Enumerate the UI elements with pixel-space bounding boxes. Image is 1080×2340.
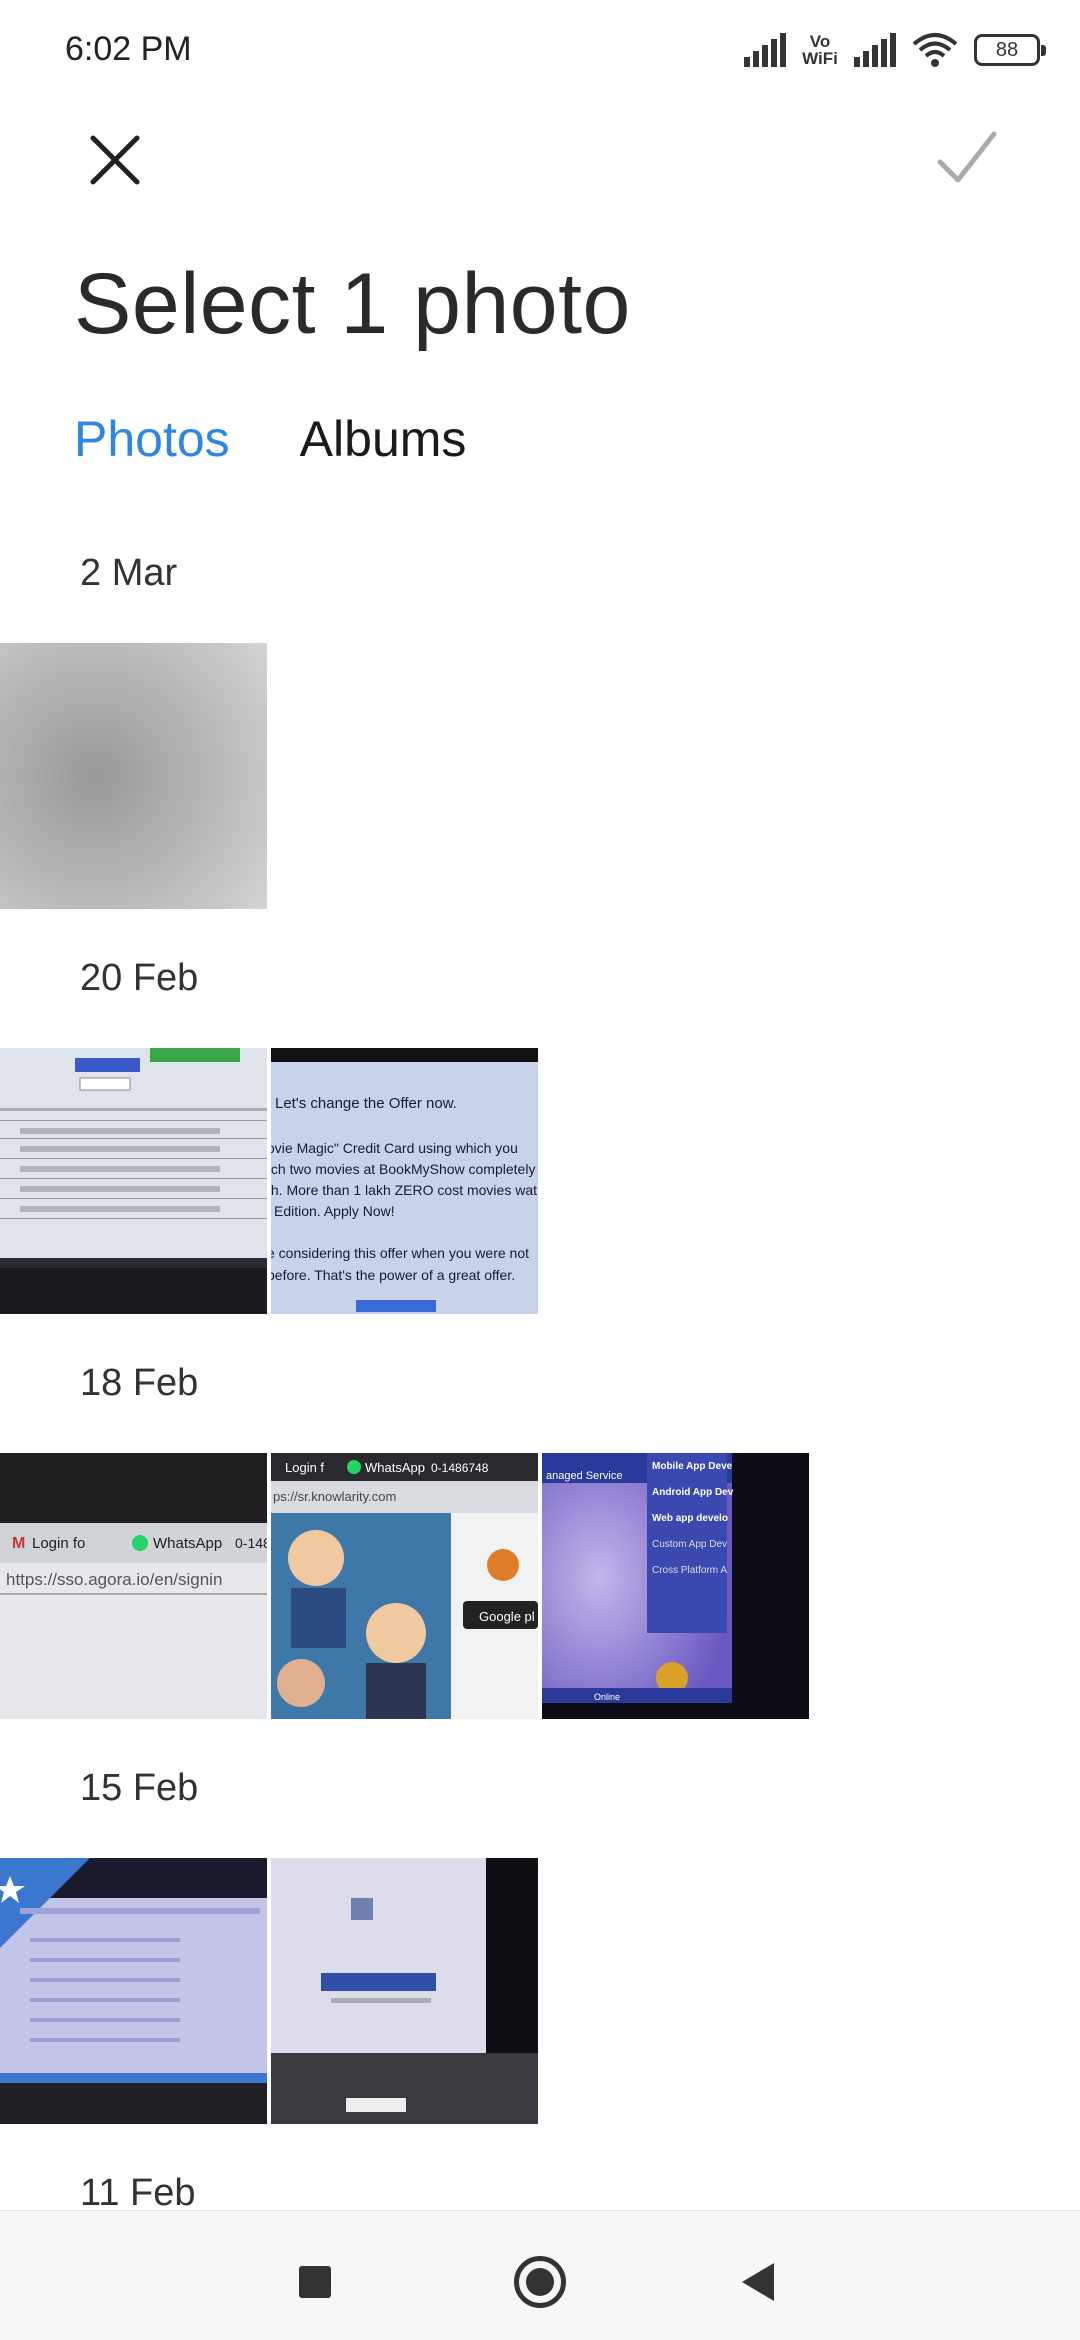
back-triangle-icon[interactable]: [742, 2263, 774, 2301]
tab-photos[interactable]: Photos: [74, 410, 230, 468]
photo-text: WhatsApp: [365, 1460, 425, 1475]
photo-text: Cross Platform A: [652, 1565, 727, 1576]
photo-grid: 2 Mar 20 Feb Let's change the Offer now.…: [0, 520, 1080, 2210]
circle-icon[interactable]: [514, 2256, 566, 2308]
close-icon[interactable]: [85, 130, 145, 190]
photo-text: ovie Magic" Credit Card using which you: [271, 1140, 518, 1156]
battery-level: 88: [995, 38, 1019, 61]
photo-thumbnail[interactable]: Login f WhatsApp 0-1486748 ps://sr.knowl…: [271, 1453, 538, 1719]
status-time: 6:02 PM: [65, 30, 192, 68]
vowifi-icon: Vo WiFi: [802, 32, 838, 68]
photo-text: 0-1486: [235, 1535, 267, 1551]
status-bar: 6:02 PM Vo WiFi 88: [0, 0, 1080, 100]
tab-albums[interactable]: Albums: [300, 410, 467, 468]
photo-thumbnail[interactable]: [0, 643, 267, 909]
photo-text: Web app develo: [652, 1513, 728, 1524]
photo-text: Let's change the Offer now.: [275, 1095, 457, 1112]
photo-text: 0-1486748: [431, 1461, 489, 1475]
photo-thumbnail[interactable]: Let's change the Offer now. ovie Magic" …: [271, 1048, 538, 1314]
photo-text: th. More than 1 lakh ZERO cost movies wa…: [271, 1182, 537, 1198]
date-header-15-feb: 15 Feb: [80, 1767, 199, 1809]
date-header-11-feb: 11 Feb: [80, 2172, 196, 2210]
photo-text: Login fo: [32, 1535, 85, 1552]
photo-text: Login f: [285, 1460, 324, 1475]
photo-text: WhatsApp: [153, 1535, 222, 1552]
photo-text: Mobile App Deve: [652, 1461, 733, 1472]
page-title: Select 1 photo: [74, 256, 631, 352]
cell-signal-icon: [744, 33, 786, 67]
photo-thumbnail[interactable]: M Login fo WhatsApp 0-1486 https://sso.a…: [0, 1453, 267, 1719]
photo-text: Online: [594, 1692, 620, 1702]
battery-icon: 88: [974, 34, 1046, 66]
date-header-20-feb: 20 Feb: [80, 957, 199, 999]
photo-text: e considering this offer when you were n…: [271, 1245, 529, 1261]
system-nav-bar: [0, 2210, 1080, 2340]
photo-text: Google pl: [479, 1609, 535, 1624]
photo-text: Android App Dev: [652, 1487, 734, 1498]
date-header-2-mar: 2 Mar: [80, 552, 178, 594]
photo-text: anaged Service: [546, 1470, 622, 1482]
photo-thumbnail[interactable]: [0, 1048, 267, 1314]
svg-text:M: M: [12, 1535, 25, 1552]
square-icon[interactable]: [299, 2266, 331, 2298]
photo-text: ps://sr.knowlarity.com: [273, 1489, 396, 1504]
photo-thumbnail[interactable]: [0, 1858, 267, 2124]
date-header-18-feb: 18 Feb: [80, 1362, 199, 1404]
cell-signal-icon-2: [854, 33, 896, 67]
photo-text: tch two movies at BookMyShow completely: [271, 1161, 535, 1177]
photo-thumbnail[interactable]: [271, 1858, 538, 2124]
photo-text: https://sso.agora.io/en/signin: [6, 1570, 222, 1589]
check-icon[interactable]: [934, 128, 1000, 188]
status-icons: Vo WiFi 88: [744, 28, 1046, 72]
tab-bar: Photos Albums: [74, 410, 466, 468]
photo-thumbnail[interactable]: anaged Service Mobile App Deve Android A…: [542, 1453, 809, 1719]
photo-text: l Edition. Apply Now!: [271, 1203, 395, 1219]
wifi-icon: [912, 33, 958, 67]
photo-text: before. That's the power of a great offe…: [271, 1267, 515, 1283]
photo-text: Custom App Dev: [652, 1539, 727, 1550]
